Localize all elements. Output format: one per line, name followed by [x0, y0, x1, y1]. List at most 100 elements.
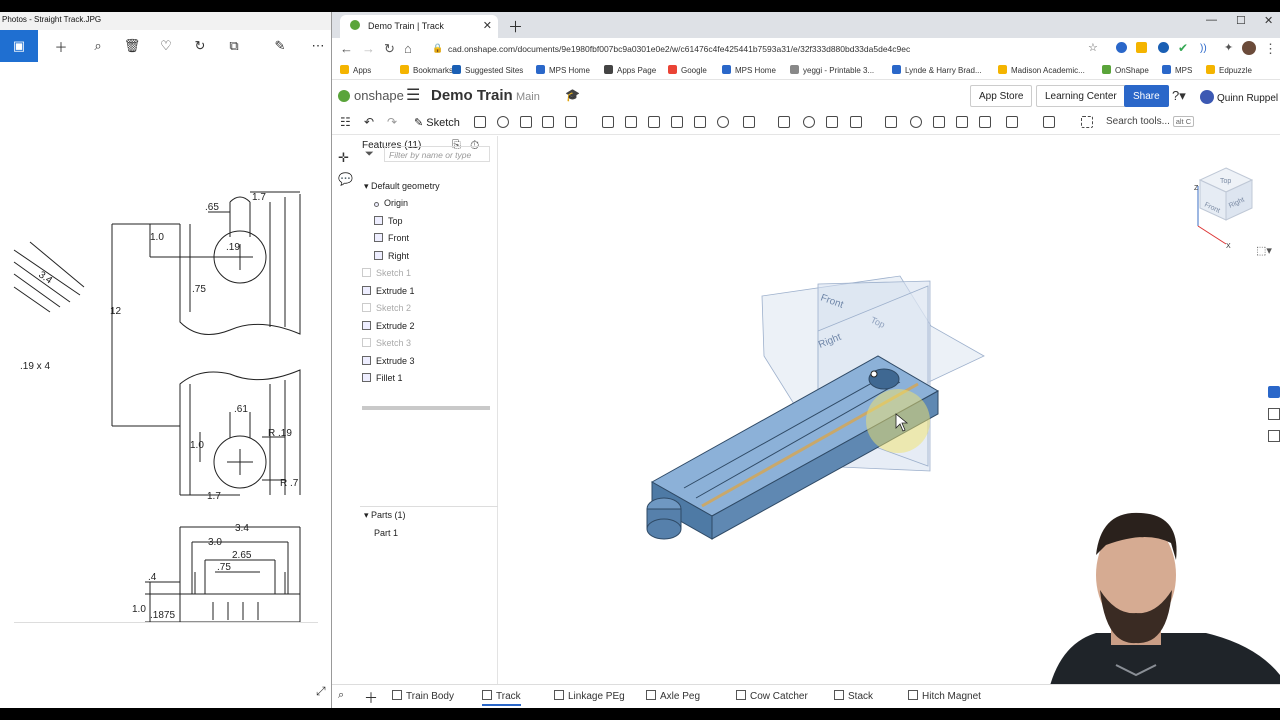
feature-item[interactable]: Extrude 3: [362, 355, 415, 366]
image-icon[interactable]: ▣: [0, 30, 38, 62]
back-icon[interactable]: ←: [340, 41, 353, 56]
pattern-icon[interactable]: [743, 116, 755, 128]
document-title[interactable]: Demo Train: [431, 87, 513, 104]
bookmark-item[interactable]: yeggi - Printable 3...: [790, 65, 874, 75]
feature-item[interactable]: Sketch 3: [362, 338, 411, 348]
feature-item[interactable]: Origin: [374, 198, 408, 208]
profile-avatar[interactable]: [1242, 41, 1256, 55]
thicken-icon[interactable]: [565, 116, 577, 128]
learning-center-button[interactable]: Learning Center: [1036, 85, 1126, 107]
bookmark-item[interactable]: Apps: [340, 65, 371, 75]
reload-icon[interactable]: ↻: [384, 41, 395, 57]
bookmark-item[interactable]: Madison Academic...: [998, 65, 1085, 75]
minimize-icon[interactable]: —: [1206, 14, 1217, 26]
crop-icon[interactable]: ⧉: [218, 30, 250, 62]
undo-icon[interactable]: ↶: [364, 115, 374, 129]
boolean-icon[interactable]: [803, 116, 815, 128]
bookmark-item[interactable]: OnShape: [1102, 65, 1149, 75]
default-geometry-group[interactable]: ▾ Default geometry: [364, 181, 440, 192]
offset-surface-icon[interactable]: [979, 116, 991, 128]
appearance-panel-icon[interactable]: [1268, 386, 1280, 398]
extension-icon[interactable]: [1158, 42, 1169, 53]
more-icon[interactable]: ⋯: [302, 30, 334, 62]
tab-axle-peg[interactable]: Axle Peg: [646, 690, 700, 702]
extension-icon[interactable]: )): [1200, 43, 1207, 54]
puzzle-icon[interactable]: ✦: [1224, 41, 1233, 54]
move-face-icon[interactable]: [933, 116, 945, 128]
draft-icon[interactable]: [648, 116, 660, 128]
bookmark-item[interactable]: MPS: [1162, 65, 1192, 75]
tab-train-body[interactable]: Train Body: [392, 690, 454, 702]
maximize-icon[interactable]: ☐: [1236, 14, 1246, 27]
bookmark-item[interactable]: MPS Home: [536, 65, 590, 75]
close-icon[interactable]: ✕: [483, 19, 492, 32]
expand-icon[interactable]: ⤢: [316, 684, 326, 699]
new-tab-icon[interactable]: ＋: [508, 16, 523, 37]
forward-icon[interactable]: →: [362, 41, 375, 56]
edit-icon[interactable]: ✎: [264, 30, 296, 62]
mirror-icon[interactable]: [778, 116, 790, 128]
tab-hitch-magnet[interactable]: Hitch Magnet: [908, 690, 981, 702]
shell-icon[interactable]: [694, 116, 706, 128]
config-panel-icon[interactable]: [1268, 430, 1280, 442]
search-tools-input[interactable]: Search tools... alt C: [1106, 116, 1195, 127]
comment-icon[interactable]: 💬: [338, 172, 353, 186]
feature-item[interactable]: Extrude 1: [362, 285, 415, 296]
home-icon[interactable]: ⌂: [404, 41, 412, 56]
view-options-icon[interactable]: ⬚▾: [1256, 244, 1272, 257]
redo-icon[interactable]: ↷: [387, 115, 397, 129]
parts-group[interactable]: ▾ Parts (1): [364, 510, 406, 521]
app-store-button[interactable]: App Store: [970, 85, 1033, 107]
tab-linkage-peg[interactable]: Linkage PEg: [554, 690, 625, 702]
bookmark-item[interactable]: Lynde & Harry Brad...: [892, 65, 982, 75]
tab-track[interactable]: Track: [482, 690, 521, 706]
filter-input[interactable]: Filter by name or type: [384, 146, 490, 162]
star-icon[interactable]: ☆: [1088, 41, 1098, 54]
check-icon[interactable]: ✔: [1178, 41, 1188, 55]
plane-icon[interactable]: [1006, 116, 1018, 128]
share-button[interactable]: Share: [1124, 85, 1169, 107]
tab-cow-catcher[interactable]: Cow Catcher: [736, 690, 808, 702]
feature-item[interactable]: Right: [374, 250, 409, 261]
hole-icon[interactable]: [717, 116, 729, 128]
feature-item[interactable]: Sketch 2: [362, 303, 411, 313]
feature-list-icon[interactable]: ☷: [340, 115, 351, 129]
hamburger-menu-icon[interactable]: ☰: [406, 85, 420, 105]
close-window-icon[interactable]: ✕: [1264, 14, 1273, 27]
user-menu[interactable]: Quinn Ruppel: [1200, 90, 1278, 104]
bookmark-item[interactable]: Bookmarks: [400, 65, 453, 75]
extrude-icon[interactable]: [474, 116, 486, 128]
bookmark-item[interactable]: Google: [668, 65, 707, 75]
feature-item[interactable]: Fillet 1: [362, 373, 403, 383]
onshape-logo[interactable]: onshape: [338, 88, 404, 103]
feature-item[interactable]: Extrude 2: [362, 320, 415, 331]
rib-icon[interactable]: [671, 116, 683, 128]
feature-item[interactable]: Top: [374, 215, 403, 226]
plus-icon[interactable]: ＋: [45, 30, 77, 62]
heart-icon[interactable]: ♡: [150, 30, 182, 62]
bookmark-item[interactable]: MPS Home: [722, 65, 776, 75]
feature-item[interactable]: Sketch 1: [362, 268, 411, 278]
address-bar[interactable]: cad.onshape.com/documents/9e1980fbf007bc…: [448, 40, 1164, 58]
rotate-icon[interactable]: ↻: [184, 30, 216, 62]
bom-panel-icon[interactable]: [1268, 408, 1280, 420]
tab-stack[interactable]: Stack: [834, 690, 873, 702]
mate-connector-icon[interactable]: [1043, 116, 1055, 128]
bookmark-item[interactable]: Edpuzzle: [1206, 65, 1252, 75]
add-tab-icon[interactable]: ＋: [364, 688, 378, 708]
help-icon[interactable]: ?▾: [1172, 88, 1186, 104]
bookmark-item[interactable]: Suggested Sites: [452, 65, 523, 75]
modify-fillet-icon[interactable]: [910, 116, 922, 128]
split-icon[interactable]: [826, 116, 838, 128]
replace-face-icon[interactable]: [956, 116, 968, 128]
sweep-icon[interactable]: [520, 116, 532, 128]
loft-icon[interactable]: [542, 116, 554, 128]
part-item[interactable]: Part 1: [374, 528, 398, 538]
transform-icon[interactable]: [850, 116, 862, 128]
fillet-icon[interactable]: [602, 116, 614, 128]
feature-item[interactable]: Front: [374, 233, 409, 243]
revolve-icon[interactable]: [497, 116, 509, 128]
trash-icon[interactable]: 🗑: [116, 30, 148, 62]
bookmark-item[interactable]: Apps Page: [604, 65, 656, 75]
extension-icon[interactable]: [1116, 42, 1127, 53]
